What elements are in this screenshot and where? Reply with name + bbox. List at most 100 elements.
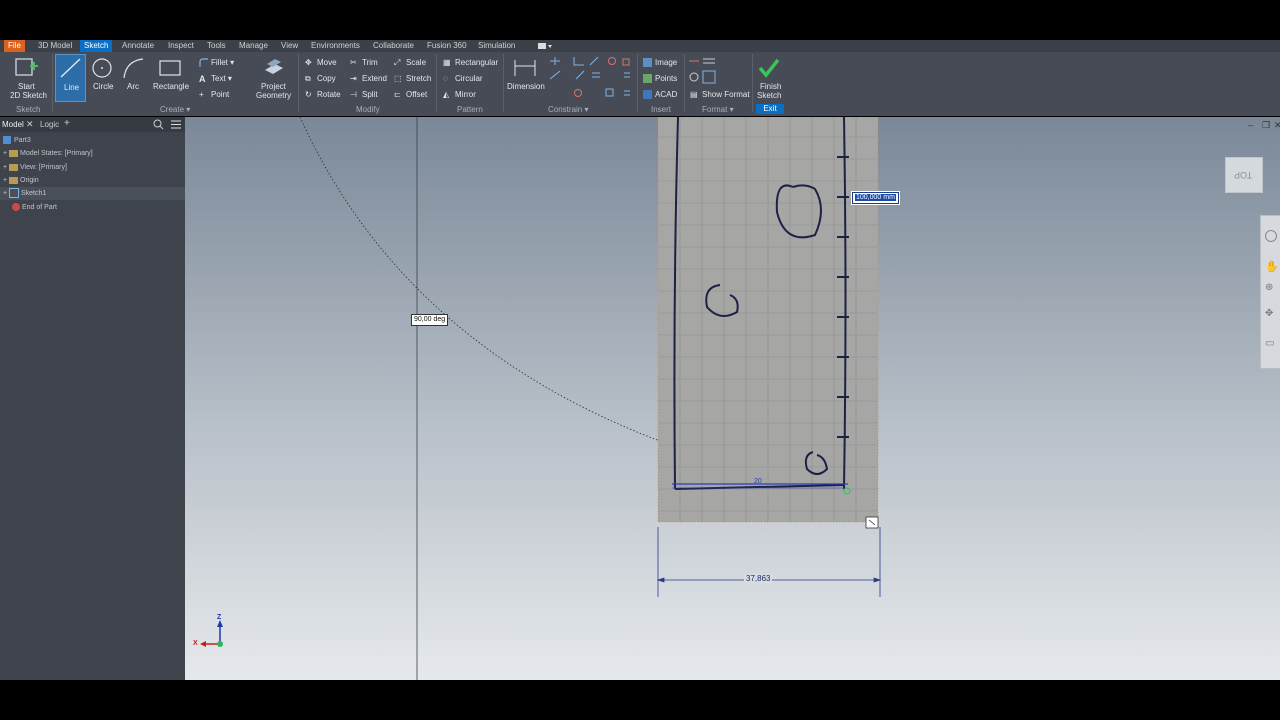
tab-inspect[interactable]: Inspect — [164, 40, 198, 52]
search-icon[interactable] — [153, 119, 164, 132]
insert-points-button[interactable]: Points — [643, 74, 677, 84]
stretch-button[interactable]: ⬚ Stretch — [394, 74, 431, 83]
look-at-icon[interactable]: ▭ — [1265, 338, 1274, 349]
circular-pattern-icon: ◌ — [443, 74, 448, 84]
mirror-button[interactable]: ◭ Mirror — [443, 90, 476, 99]
tree-item-model-states[interactable]: + Model States: [Primary] — [0, 147, 185, 160]
tab-3d-model[interactable]: 3D Model — [34, 40, 76, 52]
start-2d-sketch-label-2[interactable]: 2D Sketch — [10, 91, 47, 100]
zoom-icon[interactable]: ⊕ — [1265, 282, 1273, 293]
tab-fusion-360[interactable]: Fusion 360 — [423, 40, 471, 52]
text-button[interactable]: A Text ▾ — [199, 74, 232, 84]
steering-wheel-icon[interactable] — [1265, 230, 1277, 242]
angle-dimension-label[interactable]: 90,00 deg — [411, 314, 449, 326]
tree-item-end-of-part[interactable]: End of Part — [0, 201, 185, 214]
menu-bar: File 3D Model Sketch Annotate Inspect To… — [0, 40, 1280, 52]
close-icon[interactable]: ✕ — [26, 119, 34, 130]
finish-sketch-label-2[interactable]: Sketch — [757, 91, 781, 100]
rectangle-icon[interactable] — [158, 58, 182, 78]
restore-icon[interactable]: ❐ — [1262, 120, 1270, 131]
fillet-icon — [199, 58, 208, 68]
tab-model[interactable]: Model — [2, 120, 24, 129]
scale-button[interactable]: ⤢ Scale — [394, 58, 426, 67]
start-2d-sketch-icon[interactable] — [12, 56, 40, 80]
rectangle-label[interactable]: Rectangle — [153, 82, 189, 91]
finish-sketch-check-icon[interactable] — [757, 56, 781, 80]
rectangular-pattern-icon: ▦ — [443, 58, 451, 68]
format-group-label[interactable]: Format ▾ — [702, 105, 734, 114]
scale-icon: ⤢ — [394, 58, 401, 68]
sketch-icon — [9, 188, 20, 199]
point-icon: + — [199, 90, 204, 100]
tab-manage[interactable]: Manage — [235, 40, 272, 52]
tab-logic[interactable]: Logic — [40, 120, 59, 129]
tab-simulation[interactable]: Simulation — [474, 40, 519, 52]
sketch-group-label: Sketch — [16, 105, 41, 114]
graphics-viewport[interactable]: 90,00 deg 100,000 mm 37,863 20 Z X – ❐ ✕… — [185, 117, 1280, 680]
create-group-label[interactable]: Create ▾ — [160, 105, 190, 114]
project-geometry-label-1[interactable]: Project — [261, 82, 286, 91]
start-2d-sketch-label-1[interactable]: Start — [18, 82, 35, 91]
point-button[interactable]: + Point — [199, 90, 229, 99]
fillet-button[interactable]: Fillet ▾ — [199, 58, 234, 68]
split-button[interactable]: ⊣ Split — [350, 90, 378, 99]
tree-item-sketch1[interactable]: + Sketch1 — [0, 187, 185, 200]
orbit-icon[interactable]: ✥ — [1265, 308, 1273, 319]
trim-button[interactable]: ✂ Trim — [350, 58, 378, 67]
camera-icon[interactable] — [538, 42, 552, 50]
split-icon: ⊣ — [350, 90, 357, 100]
project-geometry-label-2[interactable]: Geometry — [256, 91, 291, 100]
copy-button[interactable]: ⧉ Copy — [305, 74, 336, 83]
add-tab-icon[interactable]: + — [64, 118, 70, 129]
tab-sketch[interactable]: Sketch — [80, 40, 113, 52]
tab-tools[interactable]: Tools — [203, 40, 230, 52]
move-button[interactable]: ✥ Move — [305, 58, 337, 67]
tree-item-view[interactable]: + View: [Primary] — [0, 161, 185, 174]
insert-acad-button[interactable]: ACAD — [643, 90, 677, 100]
circle-icon[interactable] — [90, 56, 114, 80]
viewcube[interactable]: TOP — [1225, 157, 1263, 193]
constrain-group-label[interactable]: Constrain ▾ — [548, 105, 589, 114]
tab-collaborate[interactable]: Collaborate — [369, 40, 418, 52]
rotate-button[interactable]: ↻ Rotate — [305, 90, 341, 99]
tab-annotate[interactable]: Annotate — [118, 40, 158, 52]
pan-icon[interactable]: ✋ — [1265, 260, 1279, 273]
arc-icon[interactable] — [121, 56, 145, 80]
show-format-icon: ▤ — [690, 90, 698, 100]
mirror-icon: ◭ — [443, 90, 450, 100]
tab-environments[interactable]: Environments — [307, 40, 364, 52]
tab-file[interactable]: File — [4, 40, 25, 52]
expand-icon[interactable]: + — [3, 150, 7, 157]
length-input-field[interactable]: 100,000 mm — [851, 191, 900, 205]
circle-label[interactable]: Circle — [93, 82, 113, 91]
finish-sketch-label-1[interactable]: Finish — [760, 82, 781, 91]
expand-icon[interactable]: + — [3, 164, 7, 171]
folder-icon — [9, 163, 19, 171]
rectangular-pattern-button[interactable]: ▦ Rectangular — [443, 58, 498, 67]
show-format-button[interactable]: ▤ Show Format — [690, 90, 750, 99]
close-icon[interactable]: ✕ — [1274, 120, 1280, 131]
divider — [752, 54, 753, 112]
extend-button[interactable]: ⇥ Extend — [350, 74, 387, 83]
tree-item-part[interactable]: Part3 — [0, 134, 185, 147]
format-icons[interactable] — [689, 57, 719, 85]
tab-view[interactable]: View — [277, 40, 302, 52]
line-button[interactable]: Line — [55, 54, 86, 102]
width-dimension-value[interactable]: 37,863 — [744, 574, 773, 583]
constraint-icons[interactable] — [549, 56, 635, 101]
tree-item-origin[interactable]: + Origin — [0, 174, 185, 187]
menu-icon[interactable] — [171, 120, 181, 131]
viewcube-top-label: TOP — [1234, 170, 1253, 180]
expand-icon[interactable]: + — [3, 190, 7, 197]
minimize-icon[interactable]: – — [1248, 120, 1253, 130]
insert-image-button[interactable]: Image — [643, 58, 677, 68]
project-geometry-icon[interactable] — [261, 56, 285, 80]
arc-label[interactable]: Arc — [127, 82, 139, 91]
dimension-label[interactable]: Dimension — [507, 82, 545, 91]
circular-pattern-button[interactable]: ◌ Circular — [443, 74, 483, 83]
inner-dimension-value: 20 — [754, 478, 762, 485]
expand-icon[interactable]: + — [3, 177, 7, 184]
dimension-icon[interactable] — [513, 56, 537, 80]
width-dimension — [656, 527, 882, 597]
offset-button[interactable]: ⊏ Offset — [394, 90, 427, 99]
